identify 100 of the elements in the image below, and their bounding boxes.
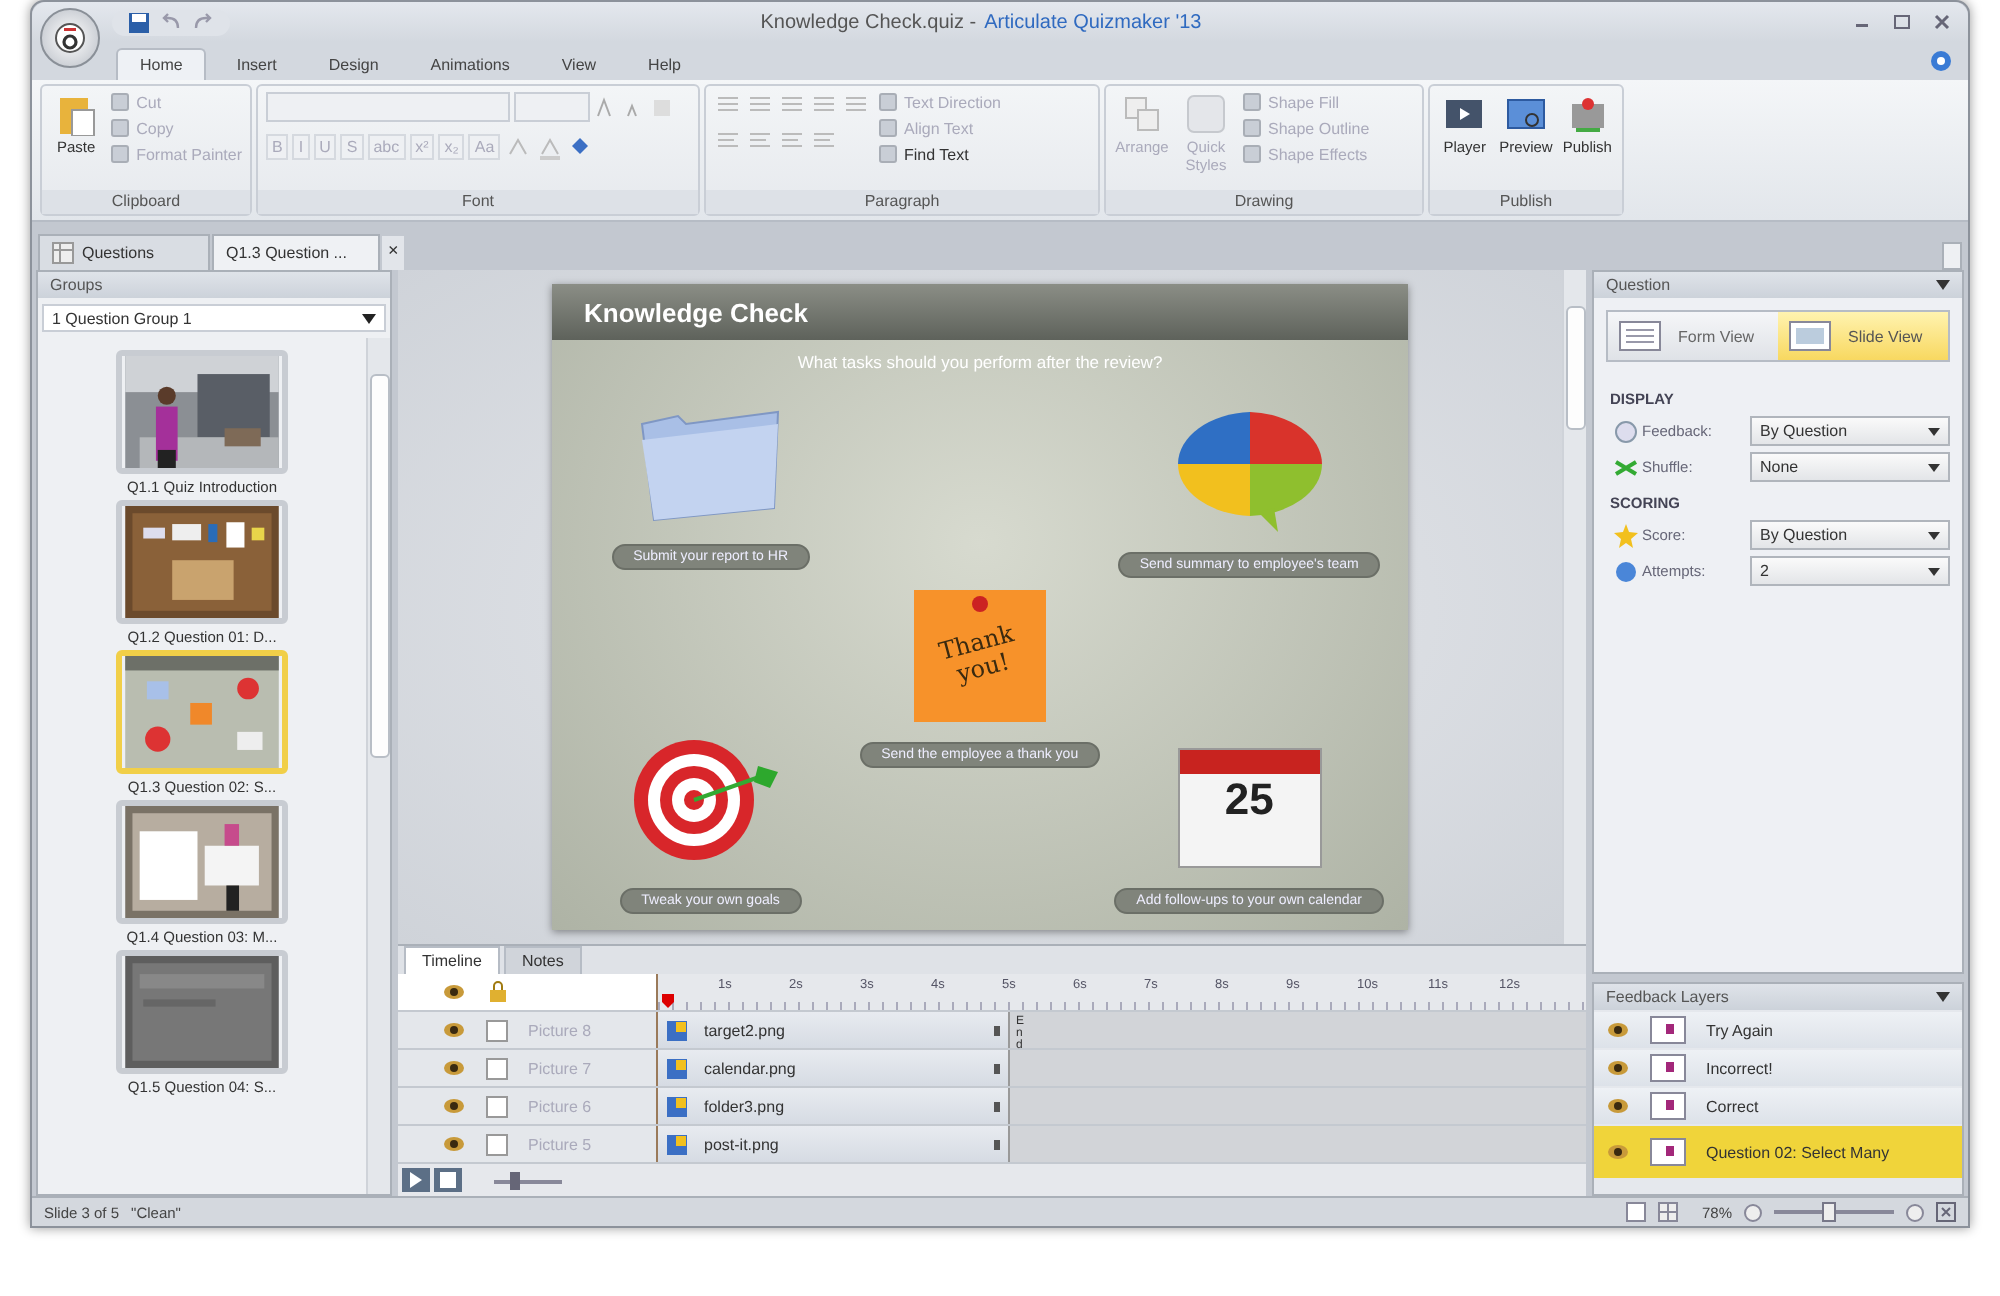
eye-icon: [442, 1132, 466, 1156]
checkbox[interactable]: [486, 1019, 508, 1041]
paint-bucket-icon: [568, 135, 593, 159]
layer-row[interactable]: Question 02: Select Many: [1594, 1126, 1962, 1178]
dropdown[interactable]: 2: [1750, 556, 1950, 586]
ribbon-tab[interactable]: Home: [116, 48, 207, 80]
slide-layout-icon: [1788, 320, 1832, 352]
dropdown-arrow-icon: [1936, 280, 1950, 290]
align-icon: [714, 128, 742, 152]
layer-thumbnail-icon: [1650, 1138, 1686, 1166]
dropdown[interactable]: By Question: [1750, 416, 1950, 446]
checkbox[interactable]: [486, 1095, 508, 1117]
panel-tab[interactable]: Notes: [503, 946, 582, 974]
calendar-binding: [1179, 750, 1320, 774]
circle-icon: [1614, 559, 1638, 583]
save-icon: [128, 11, 150, 33]
image-icon: [666, 1095, 688, 1117]
timeline-object[interactable]: calendar.png: [658, 1050, 1010, 1086]
maximize-icon: [1892, 12, 1912, 32]
list-icon: [746, 92, 774, 116]
align-icon: [746, 128, 774, 152]
dropdown[interactable]: None: [1750, 452, 1950, 482]
document-tab[interactable]: Questions: [38, 234, 210, 270]
checkbox[interactable]: [486, 1133, 508, 1155]
application-button[interactable]: [40, 8, 100, 68]
scrollbar[interactable]: [366, 338, 390, 1194]
align-icon: [810, 128, 838, 152]
scrollbar[interactable]: [1562, 270, 1586, 944]
panel-header: Question: [1606, 276, 1671, 294]
grid-icon: [52, 242, 74, 264]
align-icon: [778, 128, 806, 152]
checkbox[interactable]: [486, 1057, 508, 1079]
eye-icon: [442, 1056, 466, 1080]
timeline-object[interactable]: target2.png: [658, 1012, 1010, 1048]
stop-button[interactable]: [434, 1168, 462, 1192]
clipboard-icon: [54, 92, 99, 136]
font-size-field[interactable]: [514, 92, 590, 122]
highlight-icon: [504, 135, 533, 159]
group-label: Paragraph: [706, 190, 1098, 214]
eye-icon: [1606, 1056, 1630, 1080]
stop-icon: [440, 1172, 456, 1188]
rounded-square-icon: [1184, 92, 1228, 136]
ribbon-tab[interactable]: Design: [306, 50, 401, 80]
image-icon: [666, 1057, 688, 1079]
tool-icon: [110, 144, 131, 164]
tool-icon: [110, 92, 131, 112]
normal-view-icon: [1625, 1202, 1646, 1222]
speech-icon: [1614, 419, 1638, 443]
tool-icon: [110, 118, 131, 138]
panel-header: Feedback Layers: [1606, 988, 1729, 1006]
ribbon-tab[interactable]: Insert: [214, 50, 299, 80]
group-label: Clipboard: [42, 190, 250, 214]
group-label: Font: [258, 190, 698, 214]
layer-thumbnail-icon: [1650, 1016, 1686, 1044]
lock-icon: [486, 980, 510, 1004]
zoom-in-button[interactable]: [1906, 1203, 1924, 1221]
eye-icon: [1606, 1018, 1630, 1042]
dropdown-arrow-icon: [1936, 992, 1950, 1002]
layer-row[interactable]: Incorrect!: [1594, 1050, 1962, 1086]
font-color-icon: [536, 135, 565, 159]
question-text: What tasks should you perform after the review?: [795, 350, 1165, 376]
ribbon-tab[interactable]: Help: [626, 50, 703, 80]
eye-icon: [442, 1018, 466, 1042]
window-title: Knowledge Check.quiz -: [760, 11, 977, 33]
group-dropdown[interactable]: 1 Question Group 1: [42, 304, 386, 332]
ribbon-tab[interactable]: View: [539, 50, 619, 80]
layer-row[interactable]: Try Again: [1594, 1012, 1962, 1048]
dropdown[interactable]: By Question: [1750, 520, 1950, 550]
fit-window-icon: [1936, 1202, 1956, 1222]
layer-row[interactable]: Correct: [1594, 1088, 1962, 1124]
redo-icon: [192, 11, 214, 33]
document-tab[interactable]: Q1.3 Question ...: [212, 234, 380, 270]
play-button[interactable]: [402, 1168, 430, 1192]
group-label: Publish: [1430, 190, 1622, 214]
layer-thumbnail-icon: [1650, 1054, 1686, 1082]
view-toggle[interactable]: Form View: [1608, 312, 1778, 360]
layer-name: Picture 7: [528, 1059, 592, 1077]
stacked-squares-icon: [1120, 92, 1164, 136]
star-icon: [1614, 523, 1638, 547]
shuffle-icon: [1614, 455, 1638, 479]
dropdown-arrow-icon: [362, 313, 376, 323]
view-toggle[interactable]: Slide View: [1778, 312, 1948, 360]
ribbon-button[interactable]: Find Text: [878, 144, 1001, 164]
timeline-object[interactable]: folder3.png: [658, 1088, 1010, 1124]
image-icon: [666, 1133, 688, 1155]
tab-list-button[interactable]: [1942, 242, 1962, 270]
undo-icon: [160, 11, 182, 33]
slide-title: Knowledge Check: [552, 284, 1408, 340]
play-icon: [408, 1172, 424, 1188]
zoom-out-button[interactable]: [1744, 1203, 1762, 1221]
font-name-field[interactable]: [266, 92, 510, 122]
list-form-icon: [1618, 320, 1662, 352]
group-label: Drawing: [1106, 190, 1422, 214]
ribbon-tab[interactable]: Animations: [408, 50, 532, 80]
a-logo-icon: [54, 22, 86, 54]
eye-icon: [1606, 1094, 1630, 1118]
panel-tab[interactable]: Timeline: [404, 946, 500, 974]
close-tab-button[interactable]: ×: [382, 236, 405, 270]
eye-icon: [1606, 1140, 1630, 1164]
timeline-object[interactable]: post-it.png: [658, 1126, 1010, 1162]
